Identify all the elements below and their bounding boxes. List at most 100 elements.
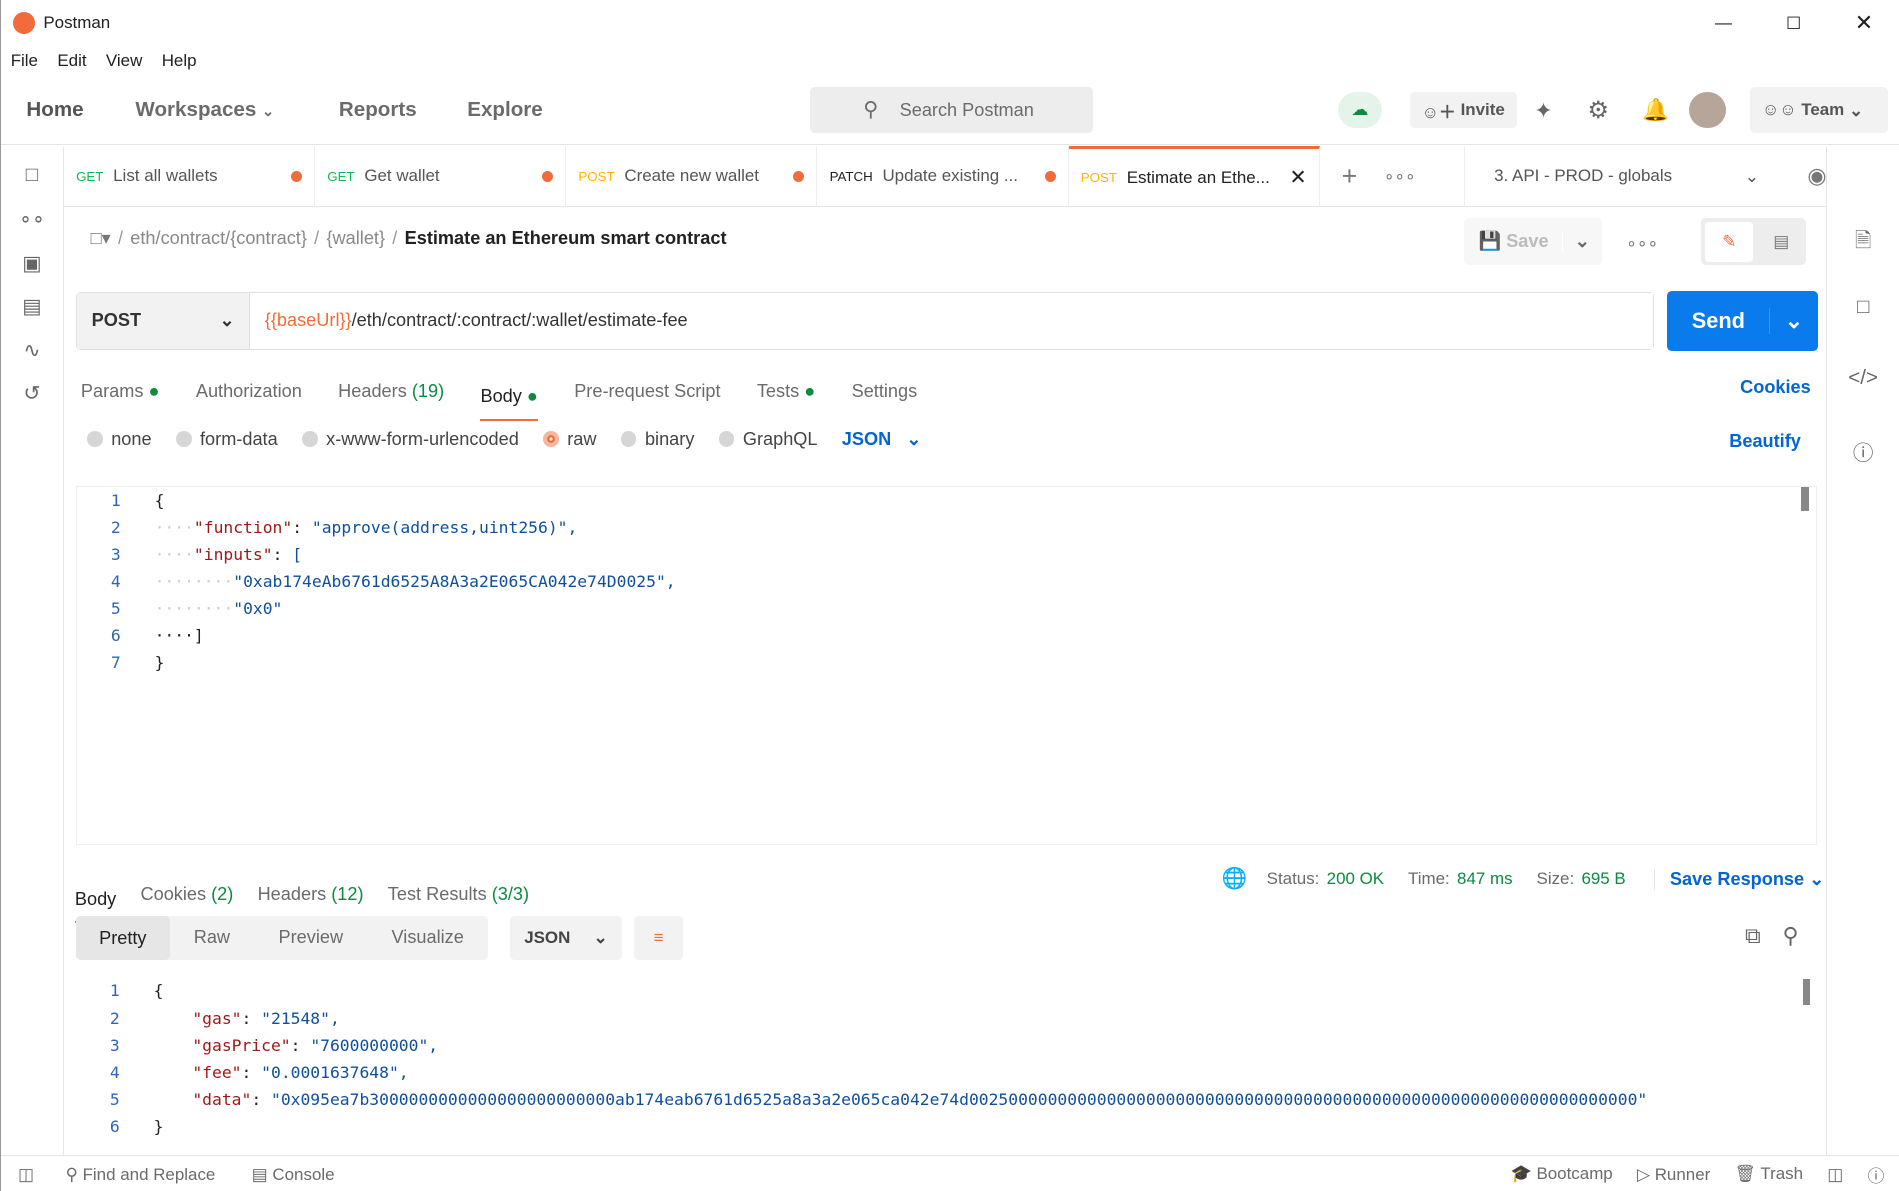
- radio-none[interactable]: none: [86, 429, 152, 450]
- find-replace-button[interactable]: ⚲ Find and Replace: [65, 1164, 215, 1185]
- tab-label: Tests: [756, 380, 800, 401]
- method-select[interactable]: POST ⌄: [77, 293, 251, 349]
- response-scrollbar[interactable]: [1803, 978, 1811, 1006]
- two-pane-view-icon[interactable]: ◫: [1827, 1164, 1843, 1185]
- avatar[interactable]: [1689, 92, 1726, 129]
- request-name[interactable]: Estimate an Ethereum smart contract: [405, 228, 727, 249]
- console-button[interactable]: ▤ Console: [252, 1164, 335, 1185]
- tab-tests[interactable]: Tests ●: [757, 381, 815, 402]
- more-options-icon[interactable]: ∘∘∘: [1626, 233, 1658, 254]
- toggle-sidebar-icon[interactable]: ◫: [18, 1164, 34, 1185]
- time-value[interactable]: 847 ms: [1457, 869, 1513, 889]
- trash-label: Trash: [1760, 1164, 1804, 1184]
- menu-view[interactable]: View: [106, 51, 142, 71]
- radio-graphql[interactable]: GraphQL: [718, 429, 818, 450]
- view-raw[interactable]: Raw: [170, 927, 255, 948]
- close-window-button[interactable]: ✕: [1829, 10, 1899, 36]
- invite-button[interactable]: ☺＋ Invite: [1409, 92, 1517, 129]
- code-line: 3 ···· "inputs": [: [77, 541, 1816, 568]
- nav-explore[interactable]: Explore: [467, 98, 542, 122]
- comments-icon[interactable]: □: [1827, 295, 1899, 322]
- new-tab-plus-icon[interactable]: +: [1342, 161, 1358, 192]
- tab-options-icon[interactable]: ∘∘∘: [1384, 166, 1416, 187]
- trash-button[interactable]: 🗑 Trash: [1734, 1164, 1803, 1184]
- tab-pre-request-script[interactable]: Pre-request Script: [574, 381, 720, 402]
- nav-reports[interactable]: Reports: [339, 98, 417, 122]
- environment-selector[interactable]: 3. API - PROD - globals ⌄: [1464, 146, 1759, 207]
- environments-icon[interactable]: ▣: [1, 251, 63, 278]
- save-response-button[interactable]: Save Response ⌄: [1654, 868, 1824, 890]
- copy-icon[interactable]: ⧉: [1745, 923, 1761, 949]
- tab-list-all-wallets[interactable]: GET List all wallets: [64, 146, 316, 207]
- info-icon[interactable]: ⓘ: [1827, 436, 1899, 465]
- send-button[interactable]: Send ⌄: [1667, 290, 1818, 352]
- breadcrumb-contract[interactable]: eth/contract/{contract}: [130, 228, 307, 249]
- beautify-link[interactable]: Beautify: [1729, 431, 1801, 452]
- cookies-link[interactable]: Cookies: [1740, 377, 1811, 398]
- bootcamp-button[interactable]: 🎓 Bootcamp: [1511, 1164, 1613, 1184]
- satellite-icon[interactable]: ✦: [1534, 98, 1552, 124]
- view-preview[interactable]: Preview: [254, 927, 367, 948]
- menu-help[interactable]: Help: [162, 51, 197, 71]
- wrap-lines-icon[interactable]: ≡: [634, 915, 683, 961]
- response-tab-headers[interactable]: Headers (12): [258, 884, 364, 905]
- size-value[interactable]: 695 B: [1581, 869, 1625, 889]
- search-input[interactable]: ⚲ Search Postman: [810, 87, 1094, 134]
- tab-settings[interactable]: Settings: [852, 381, 918, 402]
- tab-body[interactable]: Body ●: [480, 386, 538, 421]
- raw-format-select[interactable]: JSON ⌄: [842, 429, 922, 450]
- radio-urlencoded[interactable]: x-www-form-urlencoded: [301, 429, 519, 450]
- settings-gear-icon[interactable]: ⚙: [1588, 96, 1610, 125]
- mock-servers-icon[interactable]: ▤: [1, 294, 63, 321]
- apis-icon[interactable]: ∘∘: [1, 207, 63, 234]
- monitors-icon[interactable]: ∿: [1, 338, 63, 365]
- url-input[interactable]: {{baseUrl}}/eth/contract/:contract/:wall…: [250, 293, 1654, 349]
- response-format-select[interactable]: JSON ⌄: [509, 915, 623, 961]
- maximize-button[interactable]: ☐: [1759, 13, 1829, 34]
- breadcrumb-wallet[interactable]: {wallet}: [326, 228, 385, 249]
- environment-label: 3. API - PROD - globals: [1494, 166, 1673, 186]
- tab-update-existing[interactable]: PATCH Update existing ...: [817, 146, 1069, 207]
- response-tab-cookies[interactable]: Cookies (2): [140, 884, 233, 905]
- request-body-editor[interactable]: 1{2 ···· "function": "approve(address,uint…: [76, 485, 1817, 846]
- sync-status-icon[interactable]: ☁: [1338, 92, 1382, 129]
- tab-label: Params: [80, 380, 144, 401]
- team-button[interactable]: ☺☺ Team ⌄: [1749, 87, 1888, 134]
- tab-create-new-wallet[interactable]: POST Create new wallet: [566, 146, 818, 207]
- view-visualize[interactable]: Visualize: [367, 927, 488, 948]
- chevron-down-icon[interactable]: ⌄: [1769, 307, 1817, 334]
- minimize-button[interactable]: —: [1688, 13, 1758, 33]
- tab-headers[interactable]: Headers (19): [338, 381, 444, 402]
- radio-binary[interactable]: binary: [620, 429, 694, 450]
- help-icon[interactable]: ⓘ: [1868, 1162, 1885, 1187]
- view-pretty[interactable]: Pretty: [76, 915, 170, 961]
- environment-quick-look-eye-icon[interactable]: ◉: [1807, 163, 1826, 189]
- response-tab-test-results[interactable]: Test Results (3/3): [388, 884, 529, 905]
- network-globe-icon[interactable]: 🌐: [1222, 867, 1248, 891]
- notifications-bell-icon[interactable]: 🔔: [1642, 97, 1669, 123]
- response-body-viewer[interactable]: 1{2 "gas": "21548", 3 "gasPrice": "76000000…: [76, 977, 1817, 1143]
- nav-workspaces[interactable]: Workspaces ⌄: [135, 98, 274, 122]
- editor-scrollbar[interactable]: [1800, 486, 1810, 512]
- tab-params[interactable]: Params ●: [81, 381, 160, 402]
- save-button[interactable]: 💾 Save ⌄: [1464, 217, 1603, 266]
- status-value[interactable]: 200 OK: [1327, 869, 1384, 889]
- close-tab-icon[interactable]: ✕: [1289, 165, 1306, 190]
- tab-get-wallet[interactable]: GET Get wallet: [315, 146, 567, 207]
- tab-authorization[interactable]: Authorization: [196, 381, 302, 402]
- radio-raw[interactable]: raw: [543, 429, 597, 450]
- search-response-icon[interactable]: ⚲: [1783, 923, 1799, 949]
- menu-edit[interactable]: Edit: [57, 51, 86, 71]
- menu-file[interactable]: File: [11, 51, 38, 71]
- radio-form-data[interactable]: form-data: [175, 429, 278, 450]
- status-label: Status:: [1266, 869, 1320, 889]
- nav-home[interactable]: Home: [26, 98, 83, 122]
- code-icon[interactable]: </>: [1827, 366, 1899, 393]
- documentation-icon[interactable]: 🗎: [1827, 225, 1899, 252]
- comment-icon[interactable]: ▤: [1757, 231, 1805, 252]
- edit-pencil-icon[interactable]: ✎: [1705, 221, 1754, 262]
- collections-icon[interactable]: □: [1, 163, 63, 190]
- tab-estimate-ethereum[interactable]: POST Estimate an Ethe... ✕: [1068, 146, 1320, 207]
- history-icon[interactable]: ↺: [1, 381, 63, 408]
- runner-button[interactable]: ▷ Runner: [1637, 1164, 1710, 1185]
